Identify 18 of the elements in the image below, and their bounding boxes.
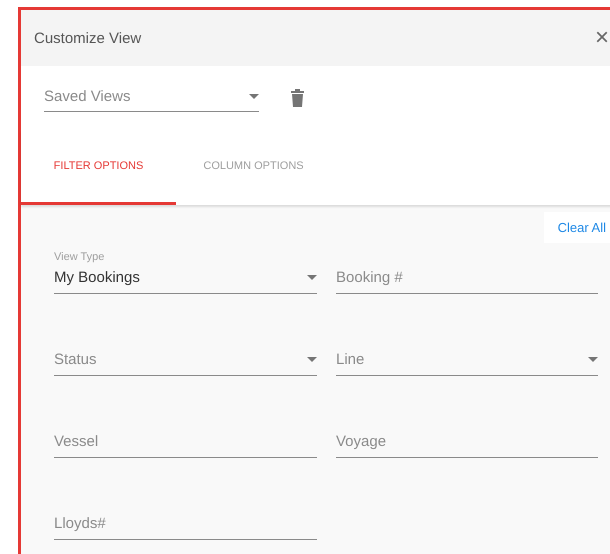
dropdown-field[interactable]: Status [54, 351, 317, 376]
text-field[interactable]: Vessel [54, 433, 317, 458]
caret-icon [307, 275, 317, 280]
caret-icon [588, 357, 598, 362]
dropdown-field[interactable]: Line [336, 351, 598, 376]
saved-views-dropdown[interactable]: Saved Views [44, 88, 259, 112]
text-field[interactable]: Lloyds# [54, 515, 317, 540]
text-field[interactable]: Booking # [336, 269, 598, 294]
caret-icon [307, 357, 317, 362]
clear-all-button[interactable]: Clear All [544, 212, 610, 243]
tab[interactable]: COLUMN OPTIONS [176, 130, 331, 205]
dropdown-field[interactable]: View Type My Bookings [54, 251, 317, 294]
tab[interactable]: FILTER OPTIONS [21, 130, 176, 205]
caret-icon [249, 94, 259, 99]
dialog-title: Customize View [34, 30, 142, 46]
trash-icon[interactable] [291, 89, 304, 107]
text-field[interactable]: Voyage [336, 433, 598, 458]
close-button[interactable]: × [590, 26, 610, 50]
